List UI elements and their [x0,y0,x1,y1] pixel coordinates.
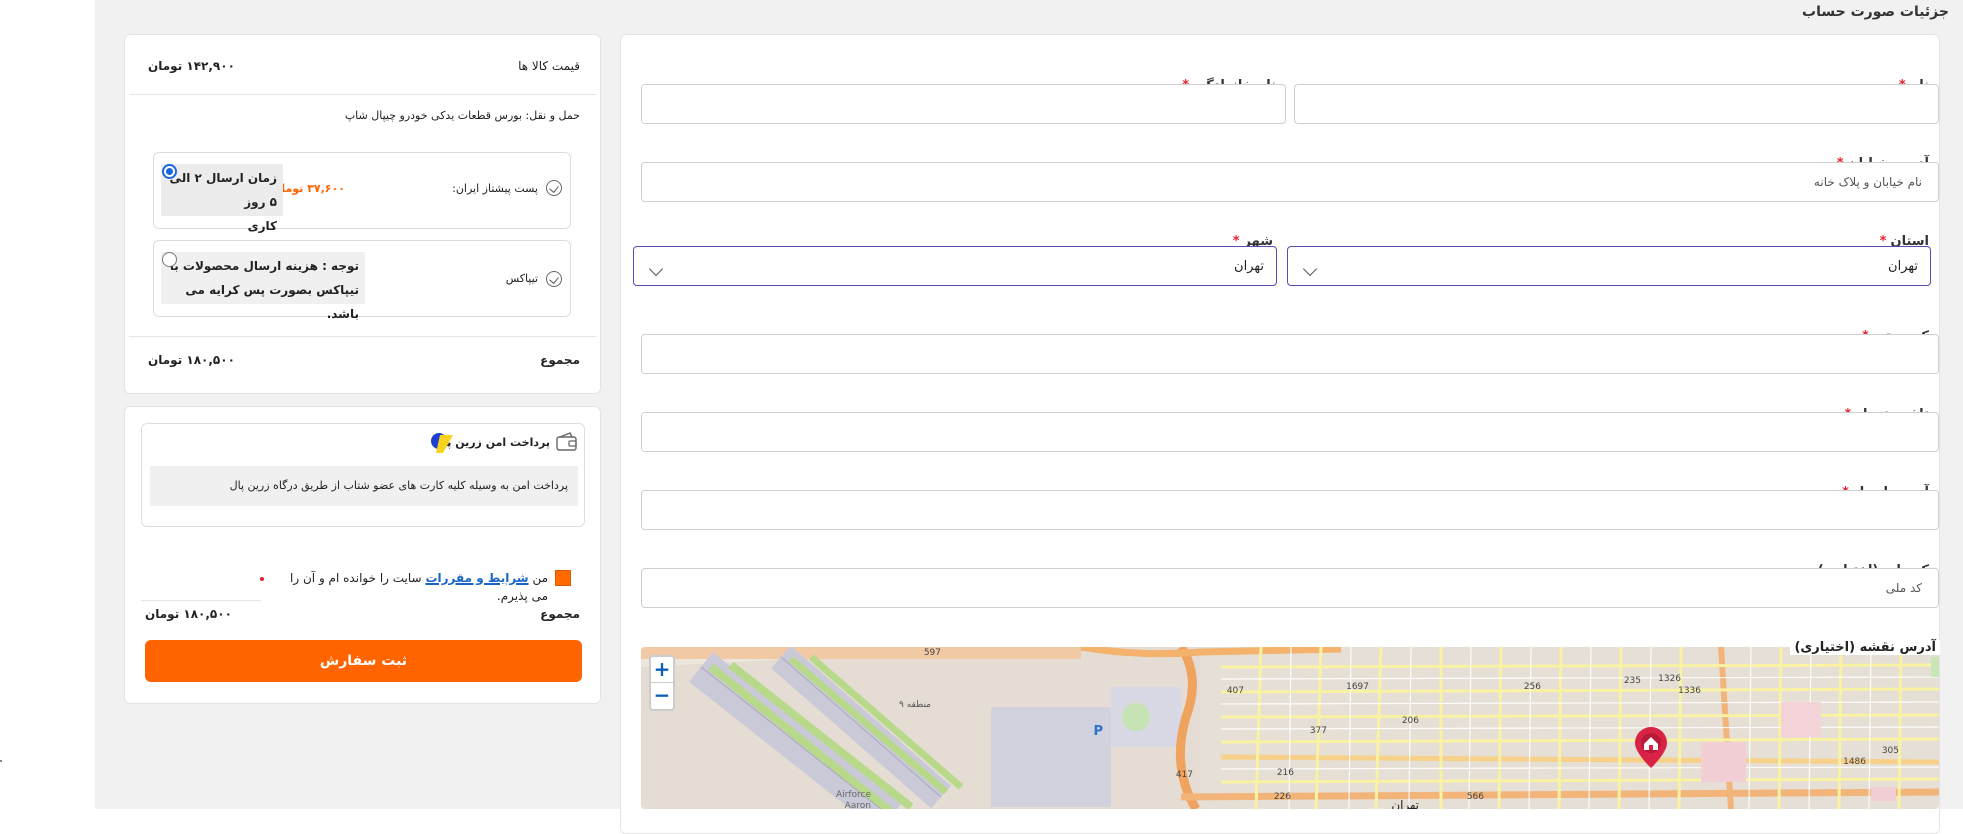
check-circle-icon [546,180,562,196]
option-post-note-line: کاری [247,219,277,233]
postal-code-input[interactable] [641,334,1939,374]
map-label-item: 256 [1524,682,1541,692]
map-zoom-controls: + − [649,655,675,711]
street-address-input[interactable] [641,162,1939,202]
map-label-item: P [1093,724,1103,739]
option-tipax-note-line: توجه : هزینه ارسال محصولات با [169,259,359,273]
map-marker-icon[interactable] [1633,727,1669,769]
map-label-item: 235 [1624,676,1641,686]
option-tipax-note: توجه : هزینه ارسال محصولات با تیپاکس بصو… [161,252,365,321]
payment-total-label: مجموع [540,607,580,621]
page-title: جزئیات صورت حساب [1802,4,1949,20]
option-tipax-note-line: تیپاکس بصورت پس کرایه می باشد. [185,283,359,321]
mobile-field: تلفن همراه* [641,407,1939,452]
map-label-item: 1486 [1843,757,1866,767]
shipping-tipax-radio[interactable] [162,252,177,267]
terms-suffix: سایت را خوانده ام و آن را [290,571,422,585]
city-select[interactable]: تهران [633,246,1277,286]
required-dot [260,577,264,581]
divider [129,336,596,337]
first-name-field: نام* [1294,78,1939,124]
zarinpal-gateway-option[interactable]: پرداخت امن زرین پال پرداخت امن به وسیله … [141,423,585,527]
map-label-item: 1326 [1658,674,1681,684]
shipping-method-label: حمل و نقل: بورس قطعات یدکی خودرو چیپال ش… [344,109,580,122]
map-label-item: منطقه ۹ [899,700,931,710]
summary-total-label: مجموع [540,353,580,367]
order-summary-card: قیمت کالا ها ۱۴۲,۹۰۰ تومان حمل و نقل: بو… [124,34,601,394]
terms-prefix: من [532,571,548,585]
stray-dot [0,760,2,762]
map-tiles: P Airforce Aaron منطقه ۹ تهران 1697 1326… [641,647,1939,809]
province-select[interactable]: تهران [1287,246,1931,286]
map-label-item: 1336 [1678,686,1701,696]
items-price-label: قیمت کالا ها [518,59,580,73]
payment-card: پرداخت امن زرین پال پرداخت امن به وسیله … [124,406,601,704]
map-label-item: 417 [1176,770,1193,780]
map-label-item: 597 [924,648,941,658]
place-order-button[interactable]: ثبت سفارش [145,640,582,682]
street-address-field: آدرس خیابان* [641,156,1939,202]
check-circle-icon [546,271,562,287]
map-label: آدرس نقشه (اختیاری) [1790,640,1940,655]
payment-total-value: ۱۸۰,۵۰۰ تومان [145,607,232,621]
shipping-post-radio[interactable] [162,164,177,179]
map-label-item: 566 [1467,792,1484,802]
map-label-item: Airforce [836,790,871,800]
zarinpal-logo-icon [431,433,453,453]
mobile-input[interactable] [641,412,1939,452]
summary-total-value: ۱۸۰,۵۰۰ تومان [148,353,235,367]
map-label-item: 216 [1277,768,1294,778]
first-name-input[interactable] [1294,84,1939,124]
shipping-option-tipax[interactable]: تیپاکس توجه : هزینه ارسال محصولات با تیپ… [153,240,571,321]
national-id-field: کد ملی (اختیاری) [641,563,1939,608]
email-input[interactable] [641,490,1939,530]
zoom-in-button[interactable]: + [651,657,673,683]
zoom-out-button[interactable]: − [651,683,673,709]
map-label-item: 377 [1310,726,1327,736]
shipping-option-post[interactable]: پست پیشتاز ایران: ۳۷,۶۰۰ تومان زمان ارسا… [153,152,571,233]
option-tipax-name: تیپاکس [505,272,538,285]
option-post-note: زمان ارسال ۲ الی ۵ روز کاری [161,164,283,233]
terms-link[interactable]: شرایط و مقررات [425,571,528,585]
option-post-note-line: زمان ارسال ۲ الی ۵ روز [169,171,277,209]
divider [129,94,596,95]
postal-code-field: کد پستی* [641,329,1939,374]
map-label-item: 407 [1227,686,1244,696]
map-label-item: 305 [1882,746,1899,756]
email-field: آدرس ایمیل* [641,485,1939,530]
map-view[interactable]: P Airforce Aaron منطقه ۹ تهران 1697 1326… [641,647,1939,809]
national-id-input[interactable] [641,568,1939,608]
map-label-item: 1697 [1346,682,1369,692]
map-label-item: 226 [1274,792,1291,802]
map-label-item: 206 [1402,716,1419,726]
divider [141,600,261,601]
map-label-item: تهران [1391,798,1419,809]
terms-line-2: می پذیرم. [496,589,548,603]
items-price-value: ۱۴۲,۹۰۰ تومان [148,59,235,73]
terms-checkbox[interactable] [555,570,571,586]
map-label-item: Aaron [845,801,871,809]
last-name-input[interactable] [641,84,1286,124]
gateway-description: پرداخت امن به وسیله کلیه کارت های عضو شت… [150,466,578,506]
wallet-icon [556,432,577,451]
last-name-field: نام خانوادگی* [641,78,1286,124]
province-field: استان* تهران [1287,234,1931,286]
option-post-name: پست پیشتاز ایران: [452,182,538,195]
page-canvas: جزئیات صورت حساب نام* نام خانوادگی* آدرس… [0,0,1963,834]
terms-text: من شرایط و مقررات سایت را خوانده ام و آن… [290,571,548,585]
city-field: شهر* تهران [633,234,1277,286]
